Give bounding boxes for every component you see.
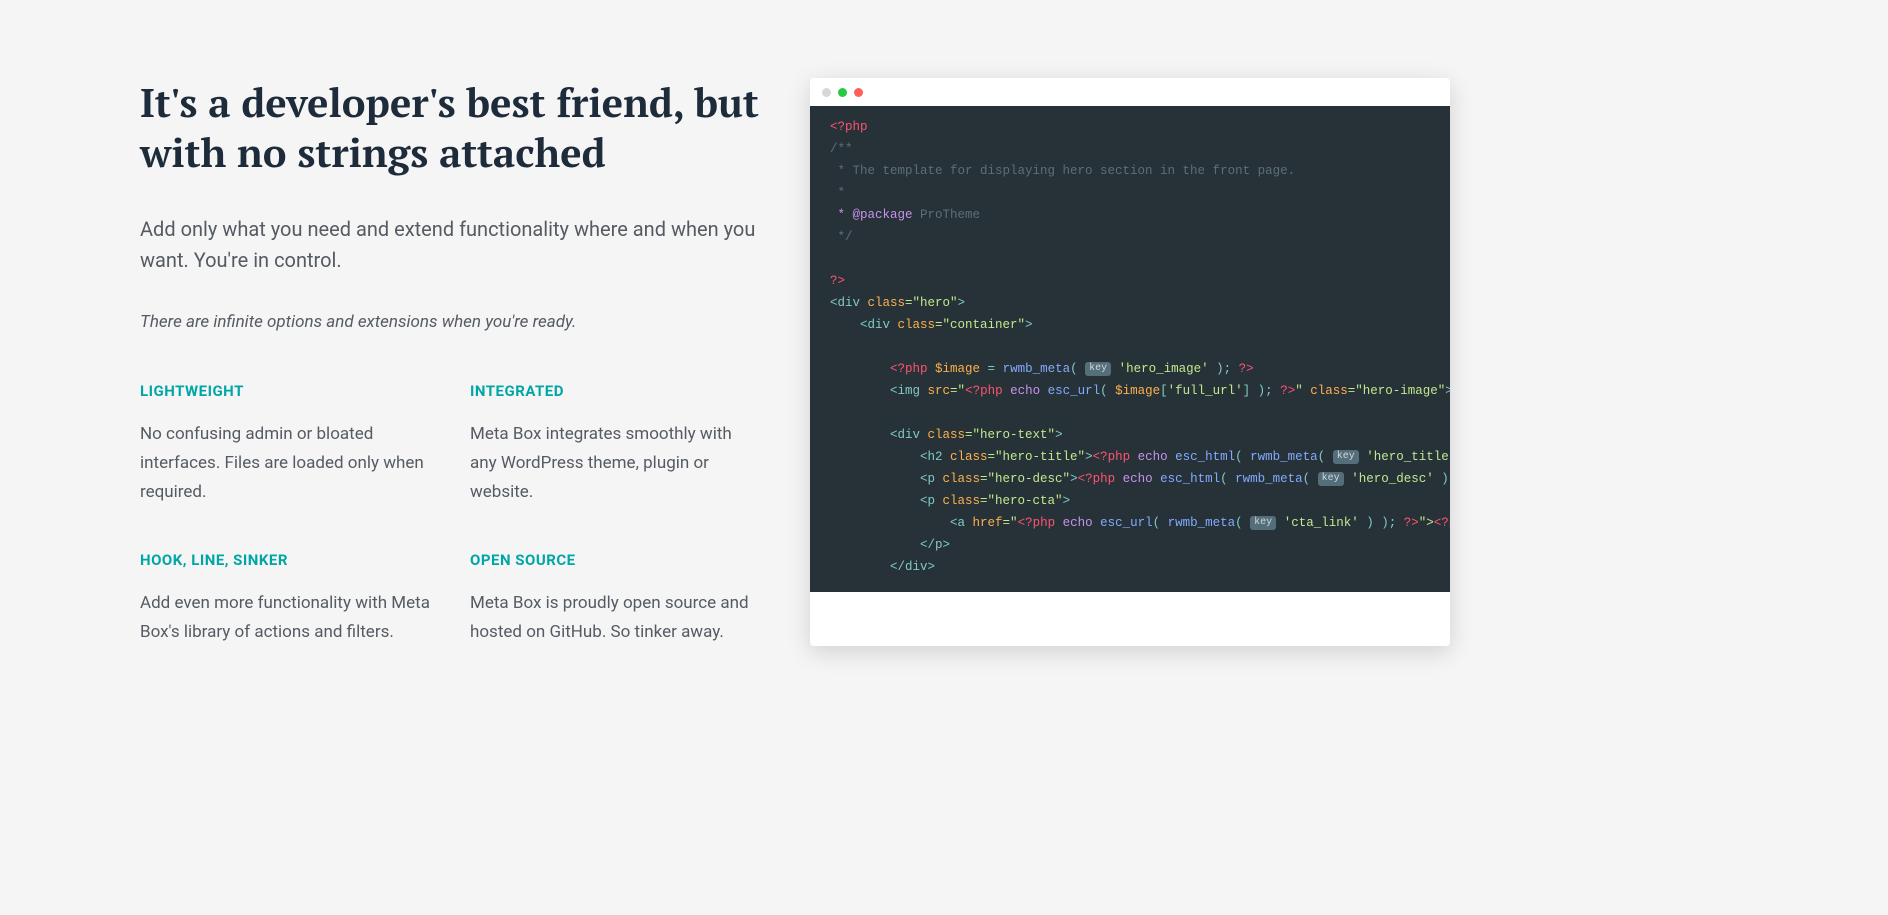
feature-title: HOOK, LINE, SINKER	[140, 551, 430, 569]
lead-paragraph: Add only what you need and extend functi…	[140, 214, 760, 276]
key-pill: key	[1085, 362, 1111, 376]
feature-lightweight: LIGHTWEIGHT No confusing admin or bloate…	[140, 382, 430, 507]
window-dot-icon	[822, 88, 831, 97]
feature-title: OPEN SOURCE	[470, 551, 760, 569]
feature-desc: No confusing admin or bloated interfaces…	[140, 420, 430, 507]
code-window: <?php /** * The template for displaying …	[810, 78, 1450, 646]
feature-integrated: INTEGRATED Meta Box integrates smoothly …	[470, 382, 760, 507]
key-pill: key	[1333, 450, 1359, 464]
feature-desc: Meta Box integrates smoothly with any Wo…	[470, 420, 760, 507]
window-dot-icon	[854, 88, 863, 97]
feature-desc: Meta Box is proudly open source and host…	[470, 589, 760, 647]
code-column: <?php /** * The template for displaying …	[810, 78, 1748, 646]
window-dot-icon	[838, 88, 847, 97]
code-snippet: <?php /** * The template for displaying …	[810, 116, 1450, 578]
section-heading: It's a developer's best friend, but with…	[140, 78, 760, 178]
feature-title: LIGHTWEIGHT	[140, 382, 430, 400]
feature-title: INTEGRATED	[470, 382, 760, 400]
feature-desc: Add even more functionality with Meta Bo…	[140, 589, 430, 647]
key-pill: key	[1250, 516, 1276, 530]
features-grid: LIGHTWEIGHT No confusing admin or bloate…	[140, 382, 760, 646]
feature-hook-line-sinker: HOOK, LINE, SINKER Add even more functio…	[140, 551, 430, 647]
feature-open-source: OPEN SOURCE Meta Box is proudly open sou…	[470, 551, 760, 647]
key-pill: key	[1318, 472, 1344, 486]
window-titlebar	[810, 78, 1450, 106]
text-column: It's a developer's best friend, but with…	[140, 78, 760, 646]
sublead-paragraph: There are infinite options and extension…	[140, 312, 760, 332]
code-body: <?php /** * The template for displaying …	[810, 106, 1450, 592]
page-section: It's a developer's best friend, but with…	[0, 0, 1888, 646]
